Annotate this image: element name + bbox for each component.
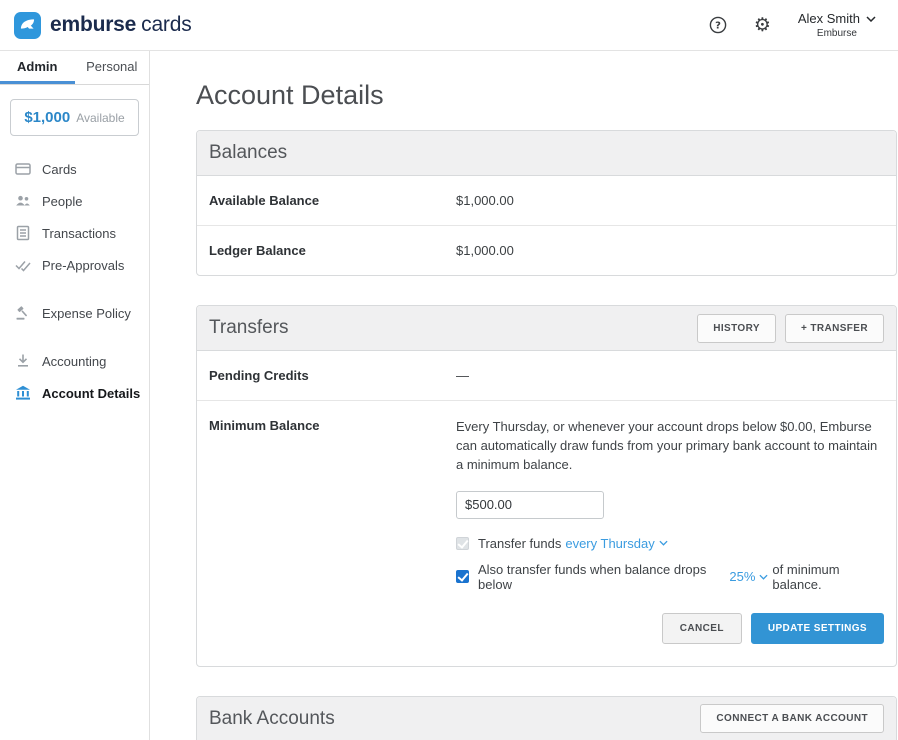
bank-icon <box>15 385 31 401</box>
double-check-icon <box>15 257 31 273</box>
schedule-checkbox[interactable] <box>456 537 469 550</box>
sidebar-item-label: Expense Policy <box>42 306 131 321</box>
update-settings-button[interactable]: UPDATE SETTINGS <box>751 613 884 644</box>
balance-label: Available <box>76 111 124 125</box>
new-transfer-button[interactable]: + TRANSFER <box>785 314 884 343</box>
threshold-checkbox[interactable] <box>456 570 469 583</box>
row-label: Ledger Balance <box>209 243 456 258</box>
tab-personal[interactable]: Personal <box>75 51 150 84</box>
row-value: — <box>456 368 469 383</box>
sidebar-item-label: Account Details <box>42 386 140 401</box>
card-icon <box>15 161 31 177</box>
sidebar-item-people[interactable]: People <box>0 185 149 217</box>
people-icon <box>15 193 31 209</box>
main-content: Account Details Balances Available Balan… <box>150 51 898 740</box>
threshold-percent-link[interactable]: 25% <box>729 569 755 584</box>
sidebar-tabs: Admin Personal <box>0 51 149 85</box>
bank-accounts-section-title: Bank Accounts <box>209 708 335 730</box>
emburse-logo-text: embursecards <box>50 13 192 37</box>
tab-admin[interactable]: Admin <box>0 51 75 84</box>
sidebar-item-label: People <box>42 194 82 209</box>
sidebar-item-accounting[interactable]: Accounting <box>0 345 149 377</box>
row-label: Minimum Balance <box>209 418 456 649</box>
sidebar-item-label: Cards <box>42 162 77 177</box>
connect-bank-account-button[interactable]: CONNECT A BANK ACCOUNT <box>700 704 884 733</box>
history-button[interactable]: HISTORY <box>697 314 776 343</box>
threshold-transfer-option: Also transfer funds when balance drops b… <box>456 562 884 592</box>
sidebar-item-cards[interactable]: Cards <box>0 153 149 185</box>
sidebar-item-account-details[interactable]: Account Details <box>0 377 149 409</box>
settings-gear-icon[interactable]: ⚙ <box>754 16 771 35</box>
pending-credits-row: Pending Credits — <box>197 351 896 400</box>
logo-word-cards: cards <box>141 13 191 36</box>
sidebar-item-expense-policy[interactable]: Expense Policy <box>0 297 149 329</box>
sidebar-item-pre-approvals[interactable]: Pre-Approvals <box>0 249 149 281</box>
sidebar-item-label: Accounting <box>42 354 106 369</box>
transfer-schedule-option: Transfer funds every Thursday <box>456 536 884 551</box>
user-org: Emburse <box>798 28 876 39</box>
balance-amount: $1,000 <box>24 109 70 126</box>
sidebar-item-transactions[interactable]: Transactions <box>0 217 149 249</box>
sidebar: Admin Personal $1,000 Available Cards Peo… <box>0 51 150 740</box>
transfers-section-title: Transfers <box>209 317 289 339</box>
minimum-balance-description: Every Thursday, or whenever your account… <box>456 418 884 475</box>
ledger-balance-row: Ledger Balance $1,000.00 <box>197 225 896 275</box>
emburse-logo-icon <box>14 12 41 39</box>
menu-divider-gap <box>0 329 149 345</box>
cancel-button[interactable]: CANCEL <box>662 613 742 644</box>
balances-section: Balances Available Balance $1,000.00 Led… <box>196 130 897 276</box>
row-value: $1,000.00 <box>456 193 514 208</box>
sidebar-item-label: Transactions <box>42 226 116 241</box>
row-label: Available Balance <box>209 193 456 208</box>
download-icon <box>15 353 31 369</box>
emburse-logo[interactable]: embursecards <box>14 12 192 39</box>
chevron-down-icon[interactable] <box>659 540 668 546</box>
svg-text:?: ? <box>715 21 721 32</box>
help-icon[interactable]: ? <box>709 16 727 34</box>
schedule-frequency-link[interactable]: every Thursday <box>565 536 654 551</box>
bank-accounts-section: Bank Accounts CONNECT A BANK ACCOUNT Pla… <box>196 696 897 740</box>
threshold-text-prefix: Also transfer funds when balance drops b… <box>478 562 725 592</box>
transactions-list-icon <box>15 225 31 241</box>
sidebar-menu: Cards People Transactions Pre-Approvals <box>0 153 149 409</box>
chevron-down-icon <box>866 16 876 22</box>
sidebar-item-label: Pre-Approvals <box>42 258 124 273</box>
app-header: embursecards ? ⚙ Alex Smith Emburse <box>0 0 898 51</box>
available-balance-row: Available Balance $1,000.00 <box>197 176 896 225</box>
row-value: $1,000.00 <box>456 243 514 258</box>
balances-section-title: Balances <box>209 142 287 164</box>
user-menu[interactable]: Alex Smith Emburse <box>798 11 876 39</box>
user-name: Alex Smith <box>798 11 860 26</box>
menu-divider-gap <box>0 281 149 297</box>
chevron-down-icon[interactable] <box>759 574 768 580</box>
gavel-icon <box>15 305 31 321</box>
logo-word-emburse: emburse <box>50 13 136 36</box>
minimum-balance-row: Minimum Balance Every Thursday, or whene… <box>197 400 896 666</box>
transfers-section: Transfers HISTORY + TRANSFER Pending Cre… <box>196 305 897 667</box>
schedule-text: Transfer funds <box>478 536 561 551</box>
threshold-text-suffix: of minimum balance. <box>772 562 884 592</box>
minimum-balance-input[interactable] <box>456 491 604 519</box>
page-title: Account Details <box>196 80 897 111</box>
row-label: Pending Credits <box>209 368 456 383</box>
available-balance-box[interactable]: $1,000 Available <box>10 99 139 136</box>
